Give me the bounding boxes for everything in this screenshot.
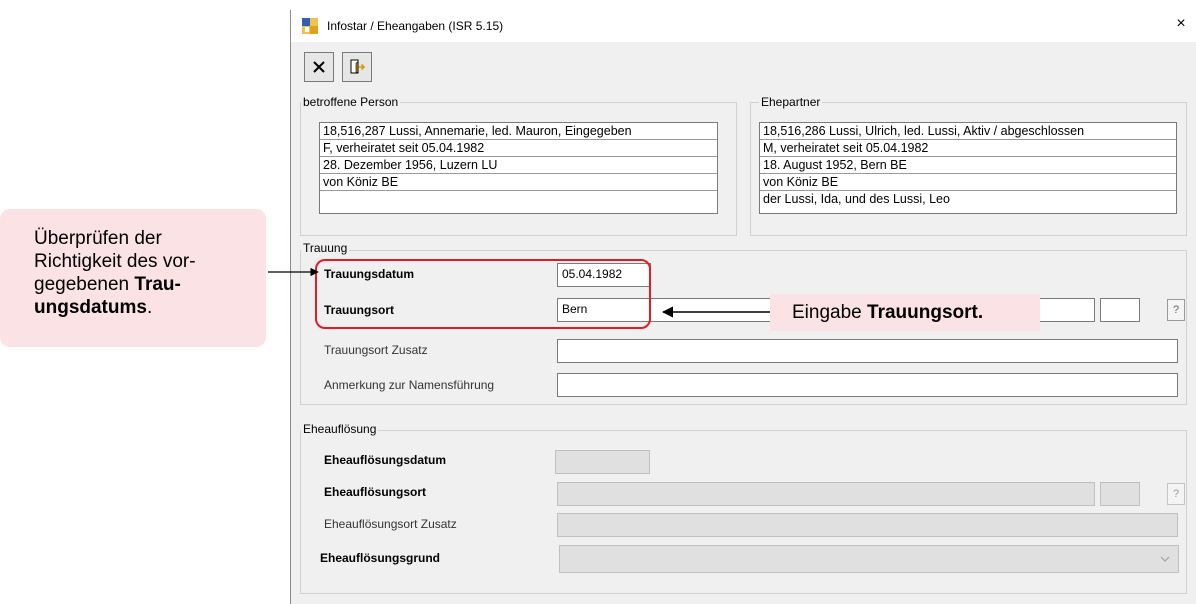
annotation-arrows bbox=[268, 267, 770, 318]
